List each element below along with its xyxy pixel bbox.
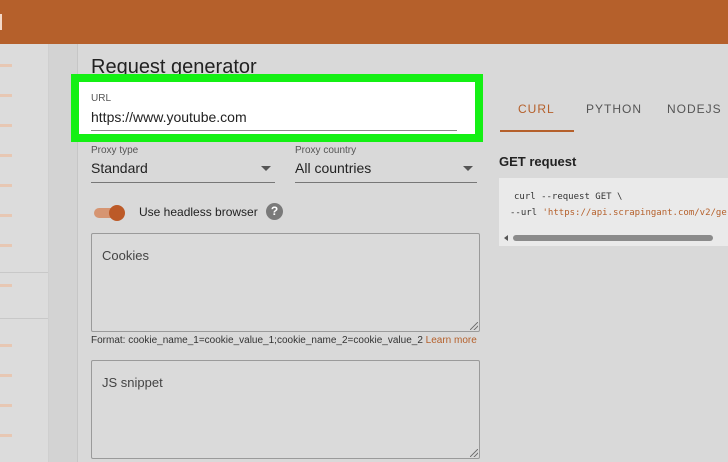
sidebar-item[interactable] [0,184,12,187]
active-tab-indicator [500,130,574,132]
sidebar-item[interactable] [0,344,12,347]
url-field[interactable]: URL https://www.youtube.com [79,82,475,134]
proxy-country-label: Proxy country [295,145,357,156]
code-line: curl --request GET \ [514,192,623,202]
proxy-country-underline [295,182,477,183]
js-snippet-textarea[interactable]: JS snippet [91,360,480,459]
sidebar [0,44,49,462]
js-snippet-placeholder: JS snippet [102,375,163,390]
tab-nodejs[interactable]: NODEJS [667,102,722,116]
proxy-type-underline [91,182,275,183]
cookies-format-text: Format: cookie_name_1=cookie_value_1;coo… [91,335,423,346]
help-icon[interactable]: ? [266,203,283,220]
sidebar-divider [0,318,48,319]
code-line: --url 'https://api.scrapingant.com/v2/ge [510,208,727,218]
cookies-hint: Format: cookie_name_1=cookie_value_1;coo… [91,335,477,346]
proxy-country-select[interactable]: Proxy country All countries [295,145,477,183]
learn-more-link[interactable]: Learn more [426,335,477,346]
proxy-type-select[interactable]: Proxy type Standard [91,145,275,183]
url-input[interactable]: https://www.youtube.com [91,109,247,125]
sidebar-item[interactable] [0,244,12,247]
get-request-title: GET request [499,154,577,169]
headless-browser-toggle[interactable] [94,205,128,221]
header-menu-icon[interactable] [0,14,2,30]
arrow-left-icon[interactable] [504,235,508,241]
url-underline [91,130,457,131]
tab-curl[interactable]: CURL [518,102,555,116]
sidebar-divider [0,272,48,273]
sidebar-item[interactable] [0,404,12,407]
sidebar-item[interactable] [0,94,12,97]
proxy-country-value[interactable]: All countries [295,160,371,176]
code-output[interactable]: curl --request GET \ --url 'https://api.… [499,178,728,246]
code-url-string: 'https://api.scrapingant.com/v2/ge [542,208,727,218]
sidebar-item[interactable] [0,284,12,287]
request-generator-panel: Request generator URL https://www.youtub… [71,44,728,462]
chevron-down-icon[interactable] [463,166,473,171]
headless-browser-label: Use headless browser [139,205,258,219]
proxy-type-label: Proxy type [91,145,139,156]
sidebar-item[interactable] [0,214,12,217]
sidebar-item[interactable] [0,124,12,127]
chevron-down-icon[interactable] [261,166,271,171]
sidebar-item[interactable] [0,154,12,157]
toggle-knob[interactable] [109,205,125,221]
cookies-placeholder: Cookies [102,248,149,263]
sidebar-item[interactable] [0,64,12,67]
proxy-type-value[interactable]: Standard [91,160,148,176]
url-label: URL [91,93,112,104]
app-header [0,0,728,44]
resize-handle[interactable] [470,322,478,330]
resize-handle[interactable] [470,449,478,457]
sidebar-item[interactable] [0,434,12,437]
cookies-textarea[interactable]: Cookies [91,233,480,332]
code-url-flag: --url [510,208,543,218]
sidebar-item[interactable] [0,374,12,377]
tab-python[interactable]: PYTHON [586,102,642,116]
horizontal-scrollbar[interactable] [513,235,713,241]
